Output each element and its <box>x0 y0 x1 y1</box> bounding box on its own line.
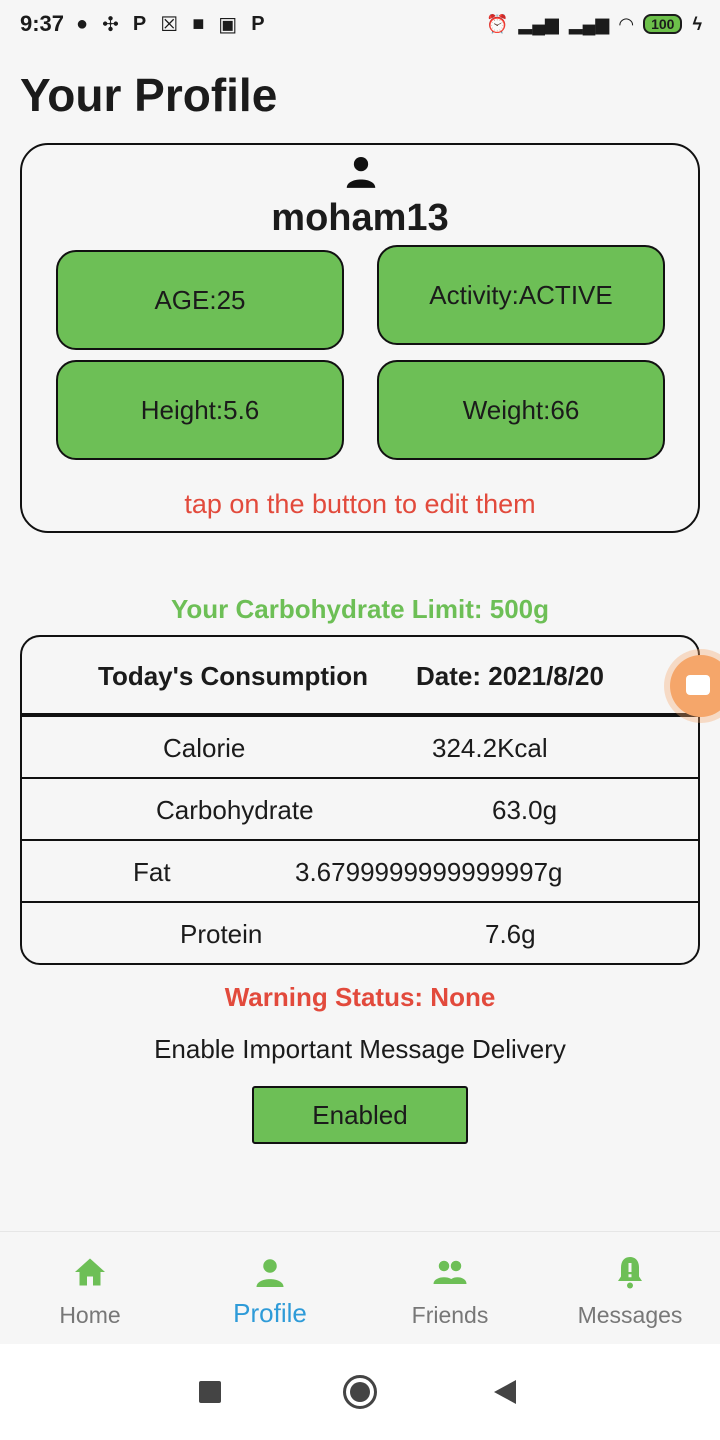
row-value: 324.2Kcal <box>432 733 548 763</box>
wifi-icon: ◠ <box>619 13 634 34</box>
table-row-calorie: Calorie 324.2Kcal <box>22 717 698 779</box>
signal-icon: ▂▄▆ <box>518 13 559 34</box>
status-time: 9:37 <box>20 11 65 36</box>
table-row-fat: Fat 3.6799999999999997g <box>22 841 698 903</box>
row-label: Protein <box>180 919 263 949</box>
back-icon[interactable] <box>494 1380 516 1404</box>
charging-icon: ϟ <box>692 13 702 34</box>
nav-label: Home <box>59 1302 121 1328</box>
table-header: Today's Consumption Date: 2021/8/20 <box>22 637 698 717</box>
system-nav-bar <box>0 1344 720 1440</box>
person-icon <box>346 156 376 188</box>
warning-status: Warning Status: None <box>224 982 496 1012</box>
weight-button[interactable]: Weight:66 <box>377 360 665 460</box>
status-system-icons: ⏰ ▂▄▆ ▂▄▆ ◠ 100 ϟ <box>486 14 702 35</box>
home-button-icon[interactable] <box>343 1375 377 1409</box>
image-icon: ▣ <box>218 13 238 36</box>
nav-item-messages[interactable]: Messages <box>540 1232 720 1345</box>
row-value: 7.6g <box>485 919 536 949</box>
bottom-nav: Home Profile Friends Messages <box>0 1231 720 1344</box>
activity-button[interactable]: Activity:ACTIVE <box>377 245 665 345</box>
fan-icon: ✣ <box>102 13 119 36</box>
bell-icon <box>618 1257 642 1289</box>
toggle-button-label: Enabled <box>312 1099 408 1130</box>
consumption-table: Today's Consumption Date: 2021/8/20 Calo… <box>20 635 700 965</box>
status-bar: 9:37 ● ✣ P ☒ ■ ▣ P ⏰ ▂▄▆ ▂▄▆ ◠ 100 ϟ <box>0 0 720 48</box>
activity-label: Activity:ACTIVE <box>429 279 613 310</box>
box-icon: ☒ <box>160 13 179 36</box>
row-label: Carbohydrate <box>156 795 314 825</box>
row-value: 3.6799999999999997g <box>295 857 563 887</box>
height-label: Height:5.6 <box>140 394 260 425</box>
signal-icon: ▂▄▆ <box>568 13 610 34</box>
nav-label: Friends <box>411 1302 489 1328</box>
nav-item-profile[interactable]: Profile <box>180 1232 360 1345</box>
p-icon: P <box>132 12 147 35</box>
height-button[interactable]: Height:5.6 <box>56 360 344 460</box>
age-label: AGE:25 <box>154 284 246 315</box>
page-title: Your Profile <box>20 69 278 121</box>
nav-item-home[interactable]: Home <box>0 1232 180 1345</box>
video-icon: ■ <box>192 12 205 35</box>
battery-icon: 100 <box>643 14 683 34</box>
nav-item-friends[interactable]: Friends <box>360 1232 540 1345</box>
reddit-icon: ● <box>76 12 89 35</box>
people-icon <box>433 1260 467 1284</box>
message-delivery-label: Enable Important Message Delivery <box>154 1034 566 1064</box>
edit-hint: tap on the button to edit them <box>184 489 536 519</box>
nav-label: Messages <box>577 1302 683 1328</box>
username: moham13 <box>271 197 449 239</box>
weight-label: Weight:66 <box>462 394 580 425</box>
alarm-icon: ⏰ <box>485 13 509 34</box>
p-icon: P <box>251 12 265 35</box>
row-label: Calorie <box>163 733 246 763</box>
consumption-title: Today's Consumption <box>98 661 369 691</box>
message-delivery-toggle-button[interactable]: Enabled <box>252 1086 468 1144</box>
carbohydrate-limit: Your Carbohydrate Limit: 500g <box>170 594 550 624</box>
table-row-protein: Protein 7.6g <box>22 903 698 963</box>
person-icon <box>256 1259 284 1287</box>
age-button[interactable]: AGE:25 <box>56 250 344 350</box>
status-notification-icons: ● ✣ P ☒ ■ ▣ P <box>76 12 264 37</box>
recent-apps-icon[interactable] <box>199 1381 221 1403</box>
table-row-carbohydrate: Carbohydrate 63.0g <box>22 779 698 841</box>
row-value: 63.0g <box>492 795 558 825</box>
consumption-date: Date: 2021/8/20 <box>416 661 604 691</box>
video-icon <box>686 675 710 695</box>
nav-label: Profile <box>233 1298 307 1328</box>
row-label: Fat <box>133 857 171 887</box>
profile-card: moham13 AGE:25 Activity:ACTIVE Height:5.… <box>20 143 700 533</box>
home-icon <box>75 1258 105 1286</box>
